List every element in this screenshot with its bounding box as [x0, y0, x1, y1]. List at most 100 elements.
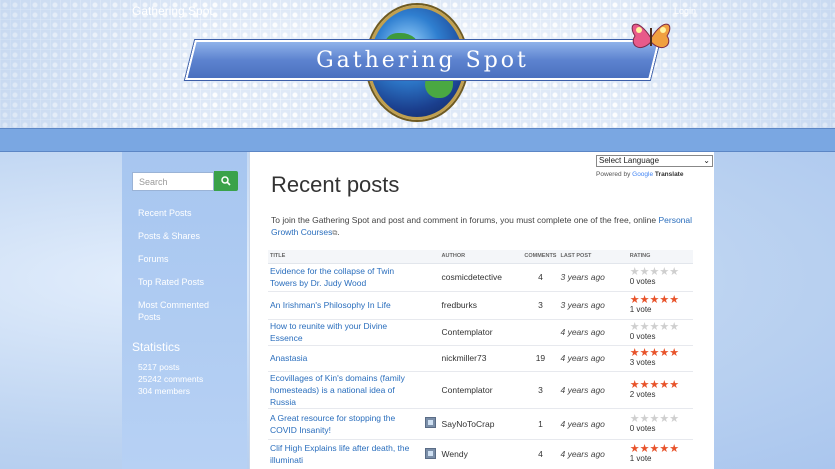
post-author[interactable]: Contemplator: [439, 319, 523, 346]
post-title-link[interactable]: How to reunite with your Divine Essence: [268, 319, 422, 346]
rating-star-icon[interactable]: ★: [669, 443, 679, 455]
post-comments-count: 4: [522, 439, 559, 469]
post-last-post: 4 years ago: [558, 319, 628, 346]
sidebar-link-recent-posts[interactable]: Recent Posts: [138, 207, 238, 219]
search-input[interactable]: Search: [132, 172, 214, 191]
header-last-post[interactable]: LAST POST: [558, 250, 628, 264]
stats-title: Statistics: [132, 340, 181, 354]
powered-by-text: Powered by: [596, 171, 631, 178]
rating-votes: 1 vote: [629, 305, 652, 314]
rating-star-icon[interactable]: ★: [640, 413, 650, 425]
rating-votes: 2 votes: [629, 389, 656, 399]
search-button[interactable]: [214, 171, 238, 191]
post-comments-count: 1: [522, 408, 559, 440]
rating-votes: 1 vote: [629, 454, 652, 463]
rating-star-icon[interactable]: ★: [659, 294, 669, 306]
table-row: Evidence for the collapse of Twin Towers…: [268, 263, 693, 292]
post-last-post: 4 years ago: [558, 439, 628, 469]
post-rating: ★★★★★ 0 votes: [627, 319, 693, 346]
rating-star-icon[interactable]: ★: [640, 379, 650, 391]
table-header-row: TITLE AUTHOR COMMENTS LAST POST RATING: [268, 250, 693, 264]
rating-star-icon[interactable]: ★: [630, 413, 640, 425]
rating-star-icon[interactable]: ★: [659, 443, 669, 455]
rating-star-icon[interactable]: ★: [659, 266, 669, 278]
post-title-link[interactable]: An Irishman's Philosophy In Life: [268, 291, 422, 320]
post-title-link[interactable]: Evidence for the collapse of Twin Towers…: [268, 263, 422, 292]
post-last-post: 4 years ago: [558, 345, 628, 372]
post-last-post: 3 years ago: [558, 263, 628, 292]
top-navbar: [0, 128, 835, 152]
post-rating: ★★★★★ 2 votes: [627, 371, 693, 409]
rating-star-icon[interactable]: ★: [669, 347, 679, 359]
rating-star-icon[interactable]: ★: [669, 379, 679, 391]
rating-star-icon[interactable]: ★: [669, 321, 679, 333]
rating-stars: ★★★★★: [630, 443, 691, 455]
post-last-post: 4 years ago: [558, 408, 628, 440]
video-cell: [421, 371, 440, 409]
table-row: An Irishman's Philosophy In Life fredburk…: [268, 291, 693, 320]
rating-votes: 0 votes: [629, 277, 656, 286]
google-logo: Google: [632, 171, 654, 178]
post-author[interactable]: nickmiller73: [439, 345, 523, 372]
video-icon: [425, 447, 437, 459]
rating-stars: ★★★★★: [630, 321, 691, 333]
rating-star-icon[interactable]: ★: [669, 294, 679, 306]
stats-posts: 5217 posts: [138, 362, 180, 372]
post-author[interactable]: Wendy: [439, 439, 523, 469]
banner-title[interactable]: Gathering Spot: [190, 48, 655, 76]
search-icon: [221, 176, 231, 186]
post-title-link[interactable]: Clif High Explains life after death, the…: [268, 439, 422, 469]
sidebar-link-posts-shares[interactable]: Posts & Shares: [138, 230, 238, 242]
nav-brand-link[interactable]: Gathering Spot: [132, 4, 213, 18]
rating-stars: ★★★★★: [630, 413, 691, 425]
powered-by-google: Powered by Google Translate: [596, 171, 683, 178]
page-title: Recent posts: [271, 172, 400, 197]
sidebar-link-top-rated[interactable]: Top Rated Posts: [138, 276, 238, 288]
rating-star-icon[interactable]: ★: [659, 413, 669, 425]
translate-link[interactable]: Translate: [655, 171, 684, 178]
post-title-link[interactable]: A Great resource for stopping the COVID …: [268, 408, 422, 440]
chevron-down-icon: ⌄: [703, 156, 710, 165]
post-author[interactable]: cosmicdetective: [439, 263, 523, 292]
video-cell: [421, 319, 440, 346]
language-select[interactable]: Select Language ⌄: [596, 155, 713, 167]
header-rating[interactable]: RATING: [627, 250, 693, 264]
intro-end: .: [337, 227, 340, 237]
sidebar-link-most-commented[interactable]: Most Commented Posts: [138, 299, 228, 323]
login-link[interactable]: Login: [674, 6, 696, 16]
header-author[interactable]: AUTHOR: [439, 250, 523, 264]
post-rating: ★★★★★ 1 vote: [627, 291, 693, 320]
rating-stars: ★★★★★: [630, 379, 691, 391]
post-comments-count: 3: [522, 291, 559, 320]
post-author[interactable]: Contemplator: [439, 371, 523, 409]
stats-members: 304 members: [138, 386, 190, 396]
rating-votes: 0 votes: [629, 423, 656, 433]
video-cell: [421, 291, 440, 320]
rating-stars: ★★★★★: [630, 347, 691, 359]
rating-star-icon[interactable]: ★: [649, 413, 659, 425]
sidebar-link-forums[interactable]: Forums: [138, 253, 238, 265]
rating-star-icon[interactable]: ★: [669, 266, 679, 278]
rating-star-icon[interactable]: ★: [659, 321, 669, 333]
header-comments[interactable]: COMMENTS: [522, 250, 559, 264]
post-author[interactable]: fredburks: [439, 291, 523, 320]
rating-star-icon[interactable]: ★: [649, 379, 659, 391]
post-comments-count: [522, 319, 559, 346]
rating-star-icon[interactable]: ★: [659, 347, 669, 359]
butterfly-icon: [631, 23, 671, 48]
post-comments-count: 4: [522, 263, 559, 292]
rating-stars: ★★★★★: [630, 266, 691, 278]
post-title-link[interactable]: Anastasia: [268, 345, 422, 372]
post-comments-count: 3: [522, 371, 559, 409]
post-author[interactable]: SayNoToCrap: [439, 408, 523, 440]
rating-star-icon[interactable]: ★: [630, 379, 640, 391]
table-row: A Great resource for stopping the COVID …: [268, 408, 693, 440]
post-rating: ★★★★★ 3 votes: [627, 345, 693, 372]
rating-star-icon[interactable]: ★: [659, 379, 669, 391]
post-rating: ★★★★★ 0 votes: [627, 263, 693, 292]
table-row: Anastasia nickmiller73 19 4 years ago ★★★★★ 3…: [268, 345, 693, 372]
video-cell: [421, 263, 440, 292]
post-title-link[interactable]: Ecovillages of Kin's domains (family hom…: [268, 371, 422, 409]
rating-star-icon[interactable]: ★: [669, 413, 679, 425]
header-title[interactable]: TITLE: [268, 250, 422, 264]
